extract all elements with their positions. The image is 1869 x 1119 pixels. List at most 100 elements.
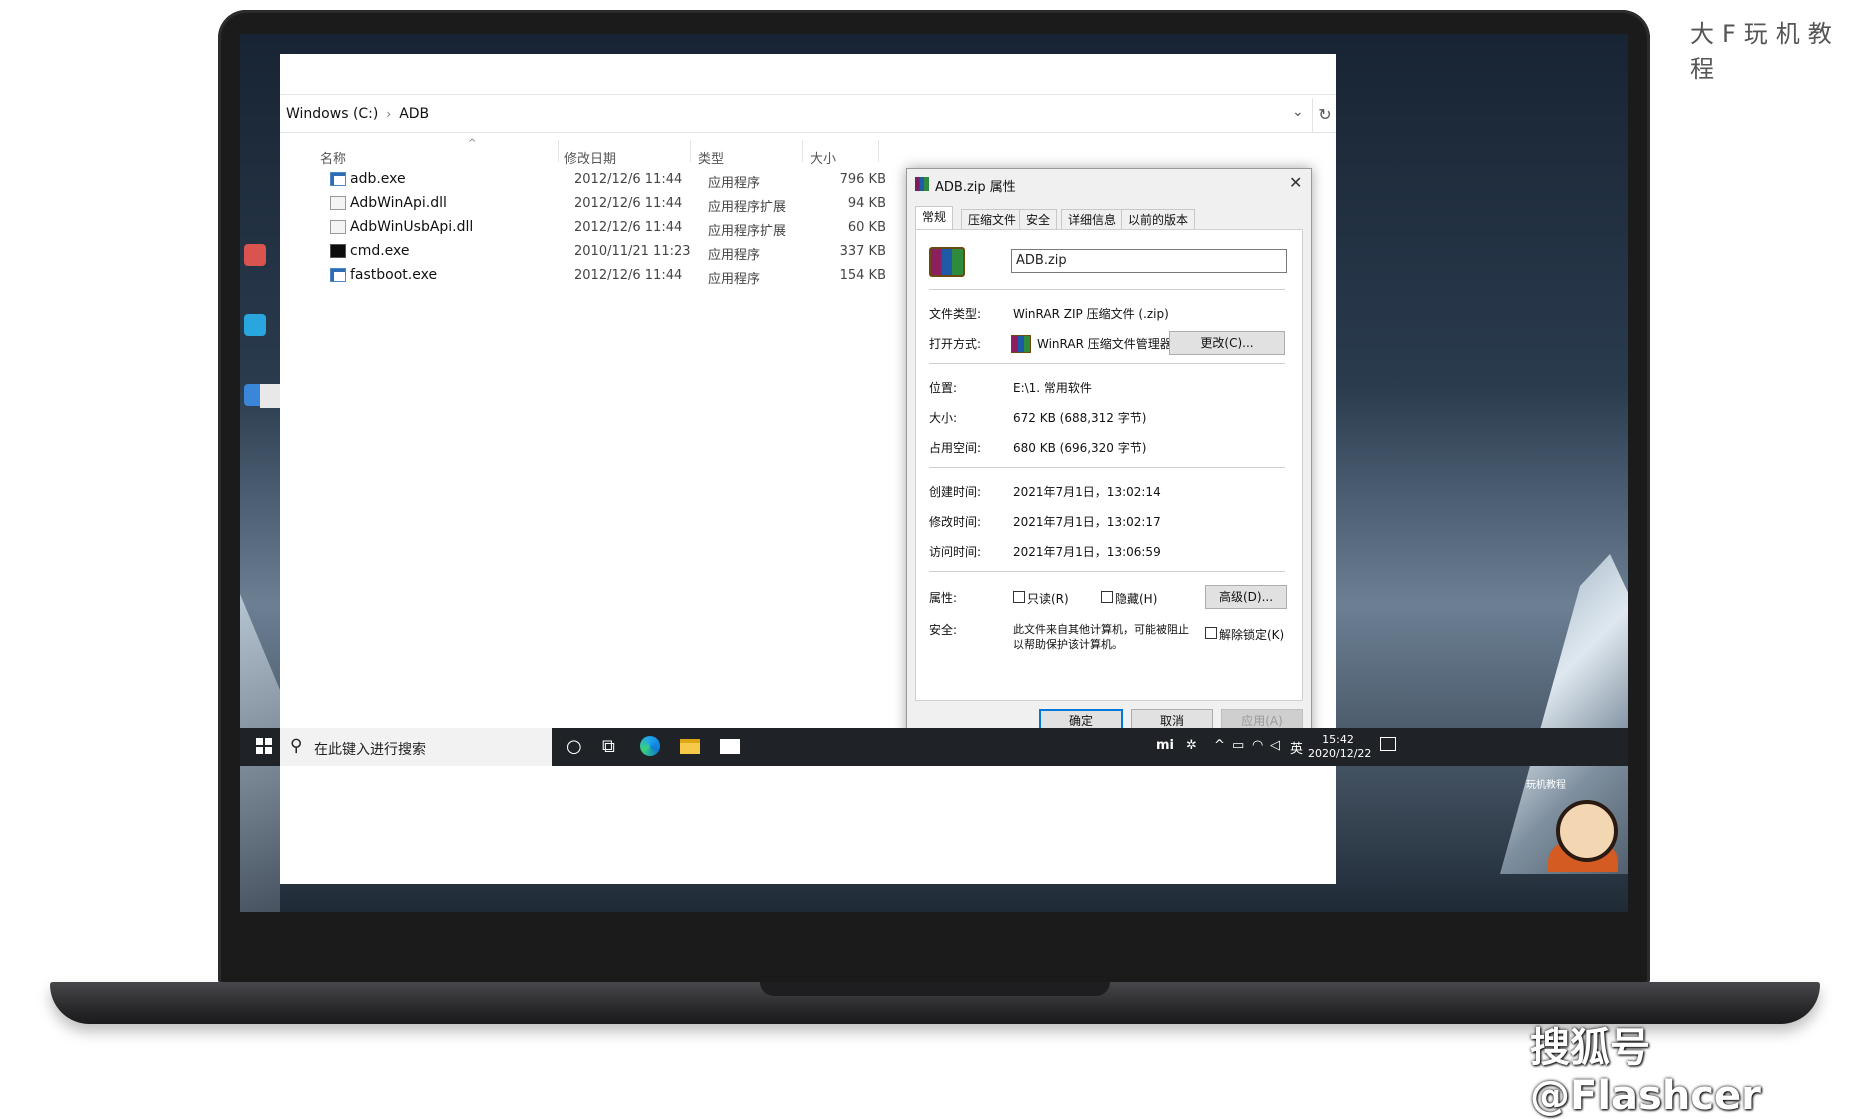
disk-size-label: 占用空间: [929,441,982,455]
laptop-notch [760,982,1110,996]
close-icon[interactable]: ✕ [1289,173,1302,192]
open-with-value: WinRAR 压缩文件管理器 [1037,337,1172,351]
column-header-date[interactable]: 修改日期 [564,148,616,167]
chevron-down-icon[interactable]: ⌄ [1292,104,1304,120]
column-header-name[interactable]: 名称 [320,148,346,167]
file-type-value: WinRAR ZIP 压缩文件 (.zip) [1013,307,1169,321]
readonly-checkbox[interactable] [1013,591,1025,603]
unblock-checkbox[interactable] [1205,627,1217,639]
taskbar-search-box[interactable]: ⚲ 在此键入进行搜索 [280,728,552,766]
advanced-button[interactable]: 高级(D)... [1205,585,1287,609]
file-name: adb.exe [350,171,406,187]
file-type: 应用程序扩展 [708,224,787,239]
column-header-size[interactable]: 大小 [810,148,836,167]
winrar-archive-icon [929,247,965,277]
dll-icon [330,220,346,234]
file-type: 应用程序 [708,176,761,191]
file-explorer-icon[interactable] [680,739,700,754]
created-label: 创建时间: [929,485,982,499]
search-icon: ⚲ [290,736,303,756]
explorer-ribbon [280,54,1336,95]
breadcrumb[interactable]: Windows (C:) › ADB [286,106,429,122]
file-name: cmd.exe [350,243,410,259]
open-with-label: 打开方式: [929,337,982,351]
column-divider[interactable] [690,140,691,162]
divider [929,571,1285,572]
tab-archive[interactable]: 压缩文件 [961,209,1024,230]
tab-general[interactable]: 常规 [915,206,954,231]
chevron-up-icon[interactable]: ^ [1214,738,1225,753]
file-type: 应用程序 [708,272,761,287]
accessed-label: 访问时间: [929,545,982,559]
breadcrumb-drive[interactable]: Windows (C:) [286,106,378,122]
size-value: 672 KB (688,312 字节) [1013,411,1147,425]
winrar-icon [915,177,929,191]
filename-input[interactable]: ADB.zip [1011,249,1287,273]
windows-start-icon[interactable] [256,738,272,754]
readonly-label[interactable]: 只读(R) [1027,590,1069,607]
battery-icon[interactable]: ▭ [1232,738,1244,753]
address-bar[interactable]: Windows (C:) › ADB ⌄ ↻ [280,98,1336,133]
promo-character-face [1556,800,1618,862]
tab-previous-versions[interactable]: 以前的版本 [1121,209,1196,230]
column-divider[interactable] [878,140,879,162]
file-date: 2012/12/6 11:44 [574,196,683,211]
winrar-icon [1011,335,1031,353]
notification-icon[interactable] [1380,737,1396,751]
search-placeholder: 在此键入进行搜索 [314,742,426,758]
file-type-label: 文件类型: [929,307,982,321]
desktop-app-icon[interactable] [244,314,266,336]
cmd-icon [330,244,346,258]
file-size: 154 KB [839,268,886,283]
attributes-label: 属性: [929,591,958,605]
clock-time: 15:42 [1322,733,1354,746]
exe-icon [330,268,346,282]
mail-icon[interactable] [720,739,740,754]
change-button[interactable]: 更改(C)... [1169,331,1285,355]
breadcrumb-folder[interactable]: ADB [399,106,429,122]
tab-details[interactable]: 详细信息 [1061,209,1124,230]
cortana-icon[interactable]: ○ [566,736,582,757]
file-name: fastboot.exe [350,267,438,283]
file-name: AdbWinUsbApi.dll [350,219,474,235]
security-text-line2: 以帮助保护该计算机。 [1013,638,1123,651]
column-header-type[interactable]: 类型 [698,148,724,167]
exe-icon [330,172,346,186]
file-size: 60 KB [847,220,886,235]
refresh-icon[interactable]: ↻ [1312,98,1337,132]
file-date: 2012/12/6 11:44 [574,268,683,283]
taskbar: ⚲ 在此键入进行搜索 ○ ⧉ mi ✲ ^ ▭ ◠ ◁ 英 15:42 2020… [240,728,1628,766]
desktop-office-icon[interactable] [244,244,266,266]
desktop-screen: cer 玩机教程 Windows (C:)›ADB ⌄ ↻ ^ 名称 修改日期 … [240,34,1628,912]
edge-browser-icon[interactable] [640,736,660,756]
column-divider[interactable] [802,140,803,162]
task-view-icon[interactable]: ⧉ [602,736,615,757]
volume-icon[interactable]: ◁ [1270,738,1280,753]
unblock-label[interactable]: 解除锁定(K) [1219,626,1284,643]
tray-app-icon[interactable]: ✲ [1186,738,1197,753]
taskbar-clock[interactable]: 15:42 2020/12/22 [1308,733,1372,761]
hidden-checkbox[interactable] [1101,591,1113,603]
disk-size-value: 680 KB (696,320 字节) [1013,441,1147,455]
file-size: 337 KB [839,244,886,259]
modified-label: 修改时间: [929,515,982,529]
location-label: 位置: [929,381,958,395]
tab-security[interactable]: 安全 [1019,209,1058,230]
divider [929,289,1285,290]
file-date: 2012/12/6 11:44 [574,220,683,235]
column-divider[interactable] [558,140,559,162]
accessed-value: 2021年7月1日，13:06:59 [1013,545,1161,559]
promo-subtitle: 玩机教程 [1526,780,1566,791]
clock-date: 2020/12/22 [1308,747,1372,760]
properties-dialog: ADB.zip 属性 ✕ 常规 压缩文件 安全 详细信息 以前的版本 ADB.z… [906,168,1312,746]
created-value: 2021年7月1日，13:02:14 [1013,485,1161,499]
divider [929,363,1285,364]
dll-icon [330,196,346,210]
hidden-label[interactable]: 隐藏(H) [1115,590,1157,607]
divider [929,467,1285,468]
file-type: 应用程序 [708,248,761,263]
file-name: AdbWinApi.dll [350,195,447,211]
tray-mi-icon[interactable]: mi [1156,738,1174,753]
input-language[interactable]: 英 [1290,738,1303,757]
wifi-icon[interactable]: ◠ [1252,738,1263,753]
